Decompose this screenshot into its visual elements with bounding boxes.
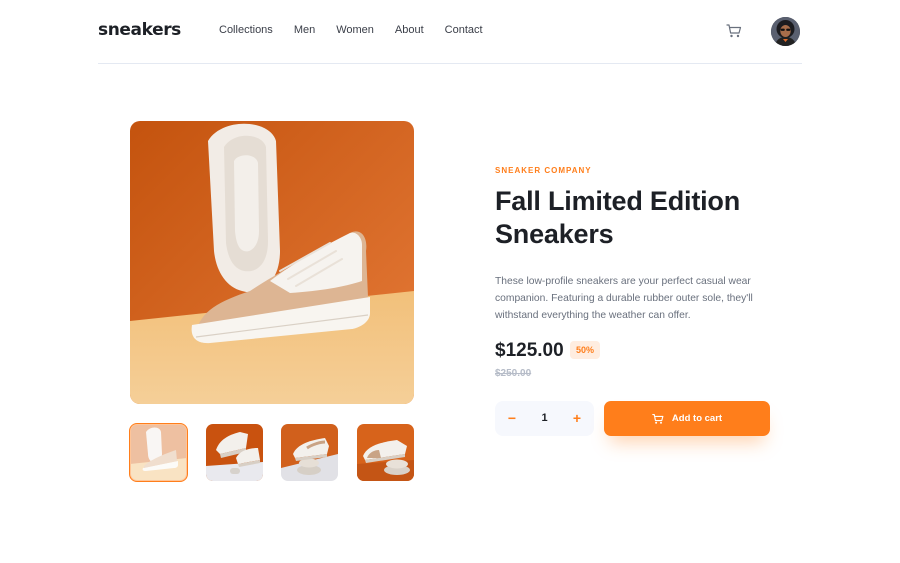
- current-price: $125.00: [495, 340, 564, 361]
- add-to-cart-button[interactable]: Add to cart: [604, 401, 770, 436]
- nav-about[interactable]: About: [395, 24, 424, 36]
- nav-men[interactable]: Men: [294, 24, 315, 36]
- increase-quantity-button[interactable]: +: [564, 401, 590, 436]
- product-title: Fall Limited Edition Sneakers: [495, 186, 740, 249]
- quantity-stepper: − 1 +: [495, 401, 594, 436]
- original-price: $250.00: [495, 368, 532, 379]
- nav-women[interactable]: Women: [336, 24, 374, 36]
- thumbnail-3[interactable]: [281, 424, 338, 481]
- discount-badge: 50%: [570, 341, 600, 359]
- user-avatar[interactable]: [771, 17, 800, 46]
- decrease-quantity-button[interactable]: −: [499, 401, 525, 436]
- thumbnail-4[interactable]: [357, 424, 414, 481]
- product-main-image[interactable]: [130, 121, 414, 404]
- nav-collections[interactable]: Collections: [219, 24, 273, 36]
- nav-contact[interactable]: Contact: [445, 24, 483, 36]
- thumbnail-1[interactable]: [129, 423, 188, 482]
- cart-icon[interactable]: [726, 23, 742, 39]
- quantity-value: 1: [541, 412, 548, 424]
- cart-icon: [652, 413, 664, 425]
- site-header: sneakers Collections Men Women About Con…: [98, 0, 802, 64]
- logo[interactable]: sneakers: [98, 20, 181, 40]
- company-label: SNEAKER COMPANY: [495, 166, 592, 175]
- product-description: These low-profile sneakers are your perf…: [495, 276, 753, 321]
- thumbnail-strip: [129, 423, 414, 482]
- add-to-cart-label: Add to cart: [671, 413, 723, 424]
- thumbnail-2[interactable]: [206, 424, 263, 481]
- main-nav: Collections Men Women About Contact: [219, 24, 504, 36]
